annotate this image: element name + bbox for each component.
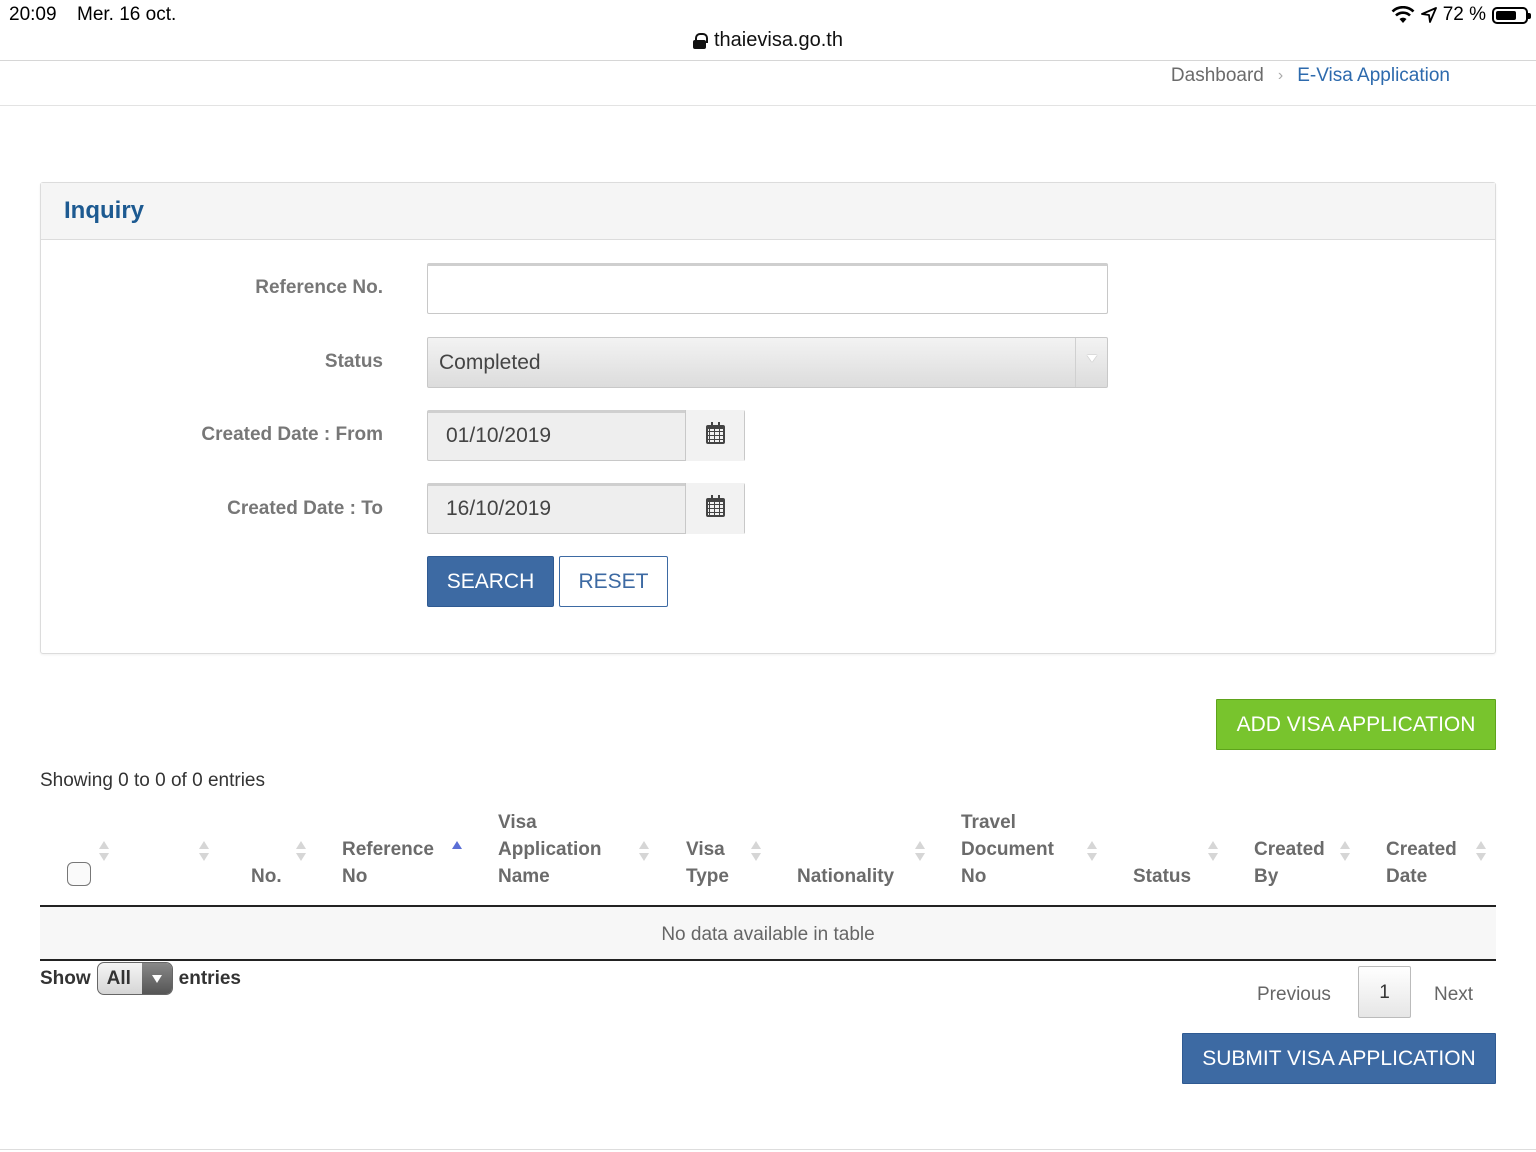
- divider: [0, 1149, 1536, 1150]
- date-to-label: Created Date : To: [227, 498, 383, 519]
- column-visa-application-name[interactable]: Visa Application Name: [498, 809, 601, 890]
- chevron-right-icon: ›: [1277, 67, 1284, 84]
- url-display[interactable]: thaievisa.go.th: [693, 29, 843, 52]
- inquiry-panel: Inquiry Reference No. Status Completed C…: [40, 182, 1496, 654]
- status-bar: 20:09 Mer. 16 oct. 72 %: [0, 0, 1536, 30]
- dropdown-arrow-icon: [141, 963, 172, 994]
- column-created-date[interactable]: Created Date: [1386, 836, 1457, 890]
- inquiry-panel-header: Inquiry: [41, 183, 1495, 240]
- date: Mer. 16 oct.: [77, 4, 177, 25]
- breadcrumb: Dashboard › E-Visa Application: [1171, 65, 1450, 87]
- dropdown-arrow-icon: [1075, 338, 1107, 387]
- column-status[interactable]: Status: [1133, 863, 1191, 890]
- reset-button[interactable]: RESET: [559, 556, 668, 607]
- date-from-calendar-button[interactable]: [685, 410, 744, 461]
- sort-icon[interactable]: [296, 841, 306, 863]
- reference-input[interactable]: [427, 263, 1108, 314]
- table-length-control: Show All entries: [40, 962, 241, 995]
- sort-icon[interactable]: [1340, 841, 1350, 863]
- column-no[interactable]: No.: [251, 863, 282, 890]
- column-created-by[interactable]: Created By: [1254, 836, 1325, 890]
- table-empty-row: No data available in table: [40, 907, 1496, 961]
- entries-per-page-select[interactable]: All: [96, 962, 173, 995]
- calendar-icon: [706, 495, 725, 517]
- url-text: thaievisa.go.th: [714, 29, 843, 51]
- table-header: No. Reference No Visa Application Name V…: [40, 806, 1496, 907]
- submit-visa-application-button[interactable]: SUBMIT VISA APPLICATION: [1182, 1033, 1496, 1084]
- inquiry-title: Inquiry: [64, 197, 145, 224]
- breadcrumb-evisa-application[interactable]: E-Visa Application: [1297, 65, 1450, 87]
- sort-icon[interactable]: [915, 841, 925, 863]
- calendar-icon: [706, 422, 725, 444]
- date-from-value: 01/10/2019: [446, 424, 552, 447]
- sort-ascending-icon[interactable]: [452, 841, 462, 863]
- breadcrumb-dashboard[interactable]: Dashboard: [1171, 65, 1264, 87]
- status-selected-value: Completed: [439, 351, 541, 374]
- sort-icon[interactable]: [1087, 841, 1097, 863]
- entries-label: entries: [178, 967, 241, 989]
- previous-page-button[interactable]: Previous: [1257, 984, 1331, 1006]
- select-all-checkbox[interactable]: [67, 862, 91, 886]
- column-reference-no[interactable]: Reference No: [342, 836, 434, 890]
- address-bar[interactable]: thaievisa.go.th: [0, 28, 1536, 61]
- search-button[interactable]: SEARCH: [427, 556, 554, 607]
- table-info: Showing 0 to 0 of 0 entries: [40, 770, 265, 791]
- battery-percent: 72 %: [1442, 4, 1486, 25]
- date-to-field[interactable]: 16/10/2019: [427, 483, 745, 534]
- column-nationality[interactable]: Nationality: [797, 863, 894, 890]
- column-visa-type[interactable]: Visa Type: [686, 836, 729, 890]
- reference-label: Reference No.: [255, 277, 383, 298]
- wifi-icon: [1391, 6, 1415, 23]
- sort-icon[interactable]: [1476, 841, 1486, 863]
- status-icons: 72 %: [1391, 4, 1531, 26]
- add-visa-application-button[interactable]: ADD VISA APPLICATION: [1216, 699, 1496, 750]
- status-label: Status: [324, 351, 383, 372]
- next-page-button[interactable]: Next: [1434, 984, 1473, 1006]
- show-label: Show: [40, 967, 91, 989]
- status-select[interactable]: Completed: [427, 337, 1108, 388]
- date-to-calendar-button[interactable]: [685, 483, 744, 534]
- sort-icon[interactable]: [751, 841, 761, 863]
- column-travel-document-no[interactable]: Travel Document No: [961, 809, 1054, 890]
- sort-icon[interactable]: [639, 841, 649, 863]
- entries-selected-value: All: [106, 968, 131, 989]
- lock-icon: [693, 32, 708, 49]
- battery-icon: [1492, 6, 1531, 24]
- sort-icon[interactable]: [1208, 841, 1218, 863]
- pagination: Previous 1 Next: [1236, 966, 1496, 1018]
- sort-icon[interactable]: [199, 841, 209, 863]
- location-arrow-icon: [1420, 7, 1437, 23]
- date-from-label: Created Date : From: [201, 424, 383, 445]
- date-from-field[interactable]: 01/10/2019: [427, 410, 745, 461]
- page-1-button[interactable]: 1: [1358, 966, 1411, 1018]
- clock: 20:09: [9, 4, 57, 25]
- empty-message: No data available in table: [661, 924, 875, 945]
- page-header: Dashboard › E-Visa Application: [0, 61, 1536, 106]
- date-to-value: 16/10/2019: [446, 497, 552, 520]
- sort-icon[interactable]: [99, 841, 109, 863]
